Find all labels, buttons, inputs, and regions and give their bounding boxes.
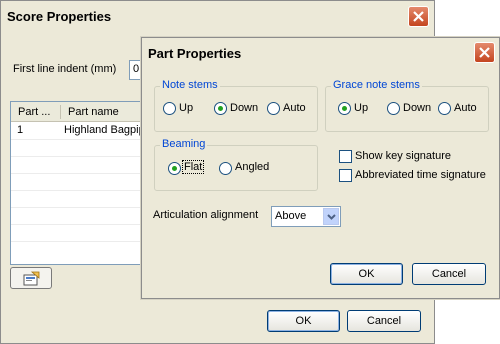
parts-table: Part ... Part name 1 Highland Bagpipe xyxy=(10,101,160,265)
part-ok-button[interactable]: OK xyxy=(330,263,403,285)
score-cancel-button[interactable]: Cancel xyxy=(347,310,421,332)
beaming-angled-label: Angled xyxy=(235,161,270,173)
show-key-signature-checkbox[interactable] xyxy=(339,150,352,163)
grace-stems-down-radio[interactable] xyxy=(387,102,400,115)
note-stems-down-radio[interactable] xyxy=(214,102,227,115)
beaming-flat-label: Flat xyxy=(181,160,205,174)
note-stems-auto-label: Auto xyxy=(283,102,306,114)
row-divider xyxy=(11,156,159,157)
row-divider xyxy=(11,224,159,225)
part-title-bar[interactable]: Part Properties xyxy=(142,38,499,68)
note-stems-up-radio[interactable] xyxy=(163,102,176,115)
grace-note-stems-label: Grace note stems xyxy=(331,79,422,91)
part-properties-window: Part Properties Note stems Up Down Auto … xyxy=(141,37,500,299)
row-divider xyxy=(11,190,159,191)
row-divider xyxy=(11,241,159,242)
close-icon xyxy=(413,11,424,22)
part-number-cell: 1 xyxy=(17,124,24,136)
part-name-cell: Highland Bagpipe xyxy=(64,124,151,136)
grace-stems-up-label: Up xyxy=(354,102,369,114)
column-header-part-number[interactable]: Part ... xyxy=(11,102,61,122)
part-cancel-button[interactable]: Cancel xyxy=(412,263,486,285)
note-stems-down-label: Down xyxy=(230,102,259,114)
grace-stems-up-radio[interactable] xyxy=(338,102,351,115)
beaming-label: Beaming xyxy=(160,138,208,150)
articulation-alignment-dropdown-button[interactable] xyxy=(323,208,339,225)
grace-stems-down-label: Down xyxy=(403,102,432,114)
part-window-title: Part Properties xyxy=(148,46,242,61)
properties-icon xyxy=(23,271,40,286)
score-ok-button[interactable]: OK xyxy=(267,310,340,332)
row-divider xyxy=(11,173,159,174)
table-row[interactable]: 1 Highland Bagpipe xyxy=(11,122,159,139)
grace-stems-auto-radio[interactable] xyxy=(438,102,451,115)
row-divider xyxy=(11,139,159,140)
row-divider xyxy=(11,207,159,208)
column-header-part-name-label: Part name xyxy=(68,106,119,118)
score-title-bar[interactable]: Score Properties xyxy=(1,1,434,32)
score-window-title: Score Properties xyxy=(7,9,112,24)
first-line-indent-label: First line indent (mm) xyxy=(13,63,117,75)
note-stems-auto-radio[interactable] xyxy=(267,102,280,115)
abbreviated-time-signature-checkbox[interactable] xyxy=(339,169,352,182)
note-stems-label: Note stems xyxy=(160,79,220,91)
part-close-button[interactable] xyxy=(474,42,495,63)
grace-stems-auto-label: Auto xyxy=(454,102,477,114)
score-close-button[interactable] xyxy=(408,6,429,27)
chevron-down-icon xyxy=(327,214,336,220)
close-icon xyxy=(479,47,490,58)
first-line-indent-value: 0 xyxy=(133,63,140,75)
show-key-signature-label: Show key signature xyxy=(355,150,451,162)
articulation-alignment-value: Above xyxy=(275,210,307,222)
abbreviated-time-signature-label: Abbreviated time signature xyxy=(355,169,486,181)
articulation-alignment-select[interactable]: Above xyxy=(271,206,341,227)
beaming-angled-radio[interactable] xyxy=(219,162,232,175)
articulation-alignment-label: Articulation alignment xyxy=(153,209,259,221)
beaming-flat-radio[interactable] xyxy=(168,162,181,175)
part-properties-button[interactable] xyxy=(10,267,52,289)
note-stems-up-label: Up xyxy=(179,102,194,114)
column-header-part-number-label: Part ... xyxy=(18,106,51,118)
